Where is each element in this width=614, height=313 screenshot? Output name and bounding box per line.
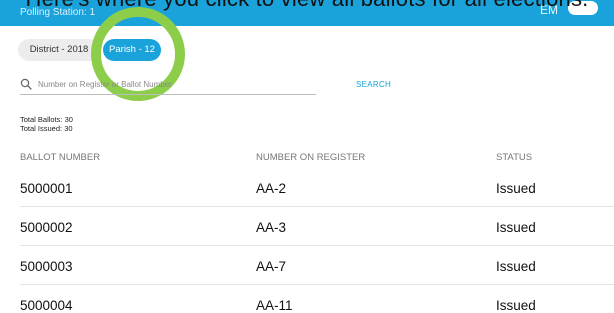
register-number-cell: AA-3 bbox=[256, 220, 287, 235]
ballot-number-cell: 5000002 bbox=[20, 220, 73, 235]
status-cell: Issued bbox=[496, 181, 536, 196]
total-ballots: Total Ballots: 30 bbox=[20, 115, 73, 124]
search-input[interactable] bbox=[38, 77, 274, 92]
filter-chip-district[interactable]: District - 2018 bbox=[18, 39, 100, 61]
column-header-status[interactable]: STATUS bbox=[496, 152, 532, 163]
ballot-number-cell: 5000001 bbox=[20, 181, 73, 196]
ballot-number-cell: 5000004 bbox=[20, 298, 73, 313]
register-number-cell: AA-2 bbox=[256, 181, 287, 196]
table-row[interactable]: 5000002 AA-3 Issued bbox=[20, 207, 614, 246]
column-header-number-on-register[interactable]: NUMBER ON REGISTER bbox=[256, 152, 365, 163]
register-number-cell: AA-7 bbox=[256, 259, 287, 274]
search-underline bbox=[20, 94, 316, 95]
tutorial-caption: Here's where you click to view all ballo… bbox=[0, 0, 614, 12]
status-cell: Issued bbox=[496, 220, 536, 235]
search-button[interactable]: SEARCH bbox=[356, 80, 391, 89]
register-number-cell: AA-11 bbox=[256, 298, 293, 313]
ballot-number-cell: 5000003 bbox=[20, 259, 73, 274]
table-row[interactable]: 5000003 AA-7 Issued bbox=[20, 246, 614, 285]
table-row[interactable]: 5000001 AA-2 Issued bbox=[20, 168, 614, 207]
total-issued: Total Issued: 30 bbox=[20, 124, 73, 133]
column-header-ballot-number[interactable]: BALLOT NUMBER bbox=[20, 152, 100, 163]
status-cell: Issued bbox=[496, 259, 536, 274]
table-row[interactable]: 5000004 AA-11 Issued bbox=[20, 285, 614, 313]
search-icon bbox=[20, 78, 32, 90]
status-cell: Issued bbox=[496, 298, 536, 313]
